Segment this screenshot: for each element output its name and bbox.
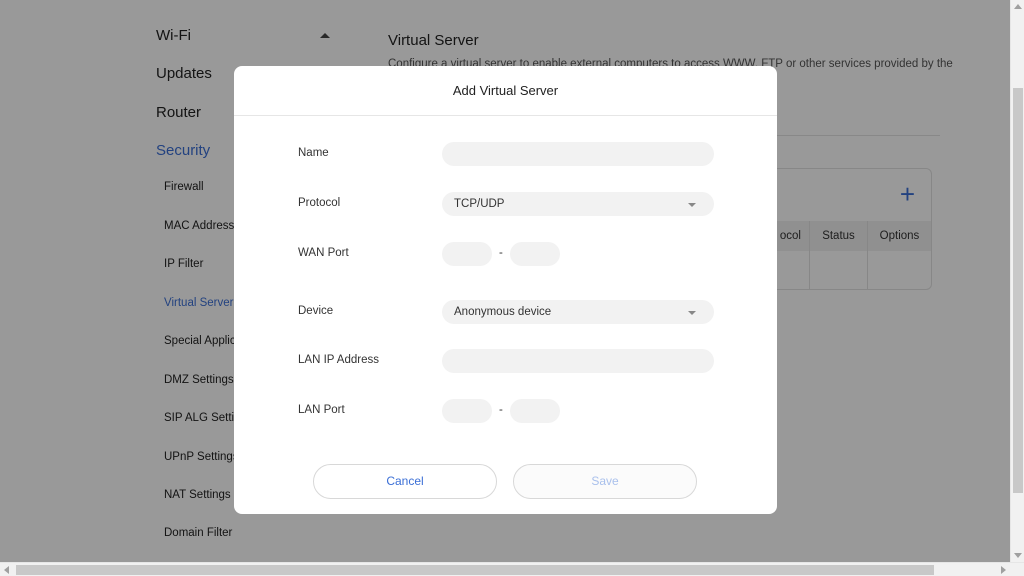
scroll-right-arrow-icon[interactable] <box>1001 566 1006 574</box>
wan-port-start-input[interactable] <box>442 242 492 266</box>
device-selected-value: Anonymous device <box>454 306 552 318</box>
wan-port-label: WAN Port <box>298 247 349 259</box>
cancel-button[interactable]: Cancel <box>313 464 497 499</box>
device-select[interactable]: Anonymous device <box>442 300 714 324</box>
lan-port-label: LAN Port <box>298 404 345 416</box>
dialog-title: Add Virtual Server <box>234 66 777 116</box>
chevron-down-icon <box>688 203 696 207</box>
lan-ip-input[interactable] <box>442 349 714 373</box>
lan-port-end-input[interactable] <box>510 399 560 423</box>
name-label: Name <box>298 147 329 159</box>
horizontal-scrollbar[interactable] <box>0 562 1024 576</box>
add-virtual-server-dialog: Add Virtual Server Name Protocol TCP/UDP… <box>234 66 777 514</box>
device-label: Device <box>298 305 334 317</box>
scroll-down-arrow-icon[interactable] <box>1014 553 1022 558</box>
protocol-label: Protocol <box>298 197 341 209</box>
save-button[interactable]: Save <box>513 464 697 499</box>
lan-port-start-input[interactable] <box>442 399 492 423</box>
protocol-selected-value: TCP/UDP <box>454 198 505 210</box>
horizontal-scroll-thumb[interactable] <box>16 565 934 575</box>
protocol-select[interactable]: TCP/UDP <box>442 192 714 216</box>
vertical-scroll-thumb[interactable] <box>1013 88 1023 493</box>
wan-port-end-input[interactable] <box>510 242 560 266</box>
wan-port-separator: - <box>499 247 503 259</box>
lan-port-separator: - <box>499 404 503 416</box>
vertical-scrollbar[interactable] <box>1010 0 1024 562</box>
chevron-down-icon <box>688 311 696 315</box>
scroll-up-arrow-icon[interactable] <box>1014 4 1022 9</box>
lan-ip-label: LAN IP Address <box>298 354 379 366</box>
name-input[interactable] <box>442 142 714 166</box>
scroll-left-arrow-icon[interactable] <box>4 566 9 574</box>
